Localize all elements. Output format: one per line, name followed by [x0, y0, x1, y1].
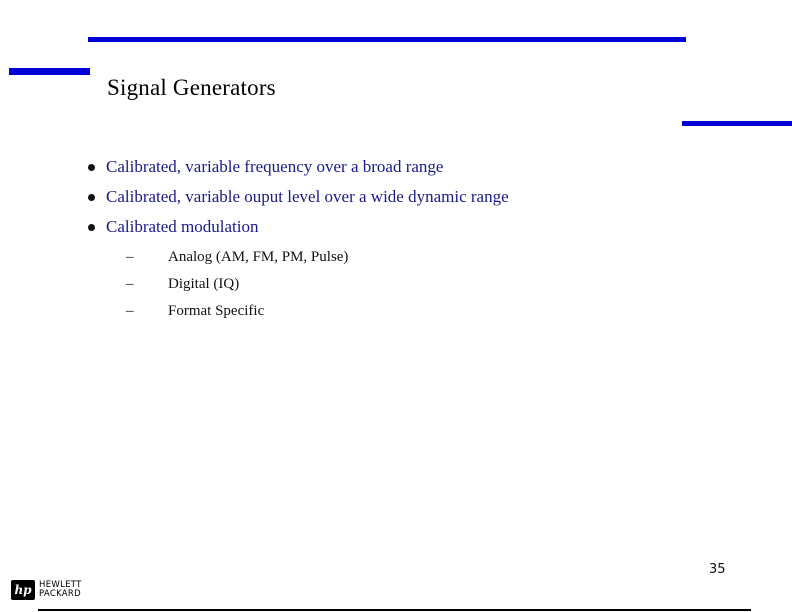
hp-logo-mark-text: hp: [14, 583, 32, 597]
footer-divider: [38, 609, 751, 611]
sub-bullet-text: Digital (IQ): [168, 276, 240, 292]
sub-bullet-text: Format Specific: [168, 303, 265, 319]
decorative-top-bar: [88, 37, 686, 42]
bullet-text: Calibrated, variable frequency over a br…: [106, 157, 444, 176]
sub-bullet-text: Analog (AM, FM, PM, Pulse): [168, 249, 349, 265]
dash-icon: –: [126, 303, 134, 319]
decorative-left-bar: [9, 68, 90, 75]
bullet-text: Calibrated modulation: [106, 217, 259, 236]
logo-line-2: PACKARD: [39, 589, 81, 599]
hp-logo: hp HEWLETT PACKARD: [11, 579, 82, 601]
page-number: 35: [709, 562, 726, 577]
bullet-text: Calibrated, variable ouput level over a …: [106, 187, 509, 206]
bullet-dot-icon: [88, 194, 95, 201]
decorative-right-bar: [682, 121, 792, 126]
bullet-dot-icon: [88, 224, 95, 231]
slide-title: Signal Generators: [107, 75, 276, 100]
dash-icon: –: [126, 276, 134, 292]
hp-logo-icon: hp: [11, 580, 35, 600]
dash-icon: –: [126, 249, 134, 265]
hp-logo-wordmark: HEWLETT PACKARD: [39, 581, 82, 599]
bullet-dot-icon: [88, 164, 95, 171]
